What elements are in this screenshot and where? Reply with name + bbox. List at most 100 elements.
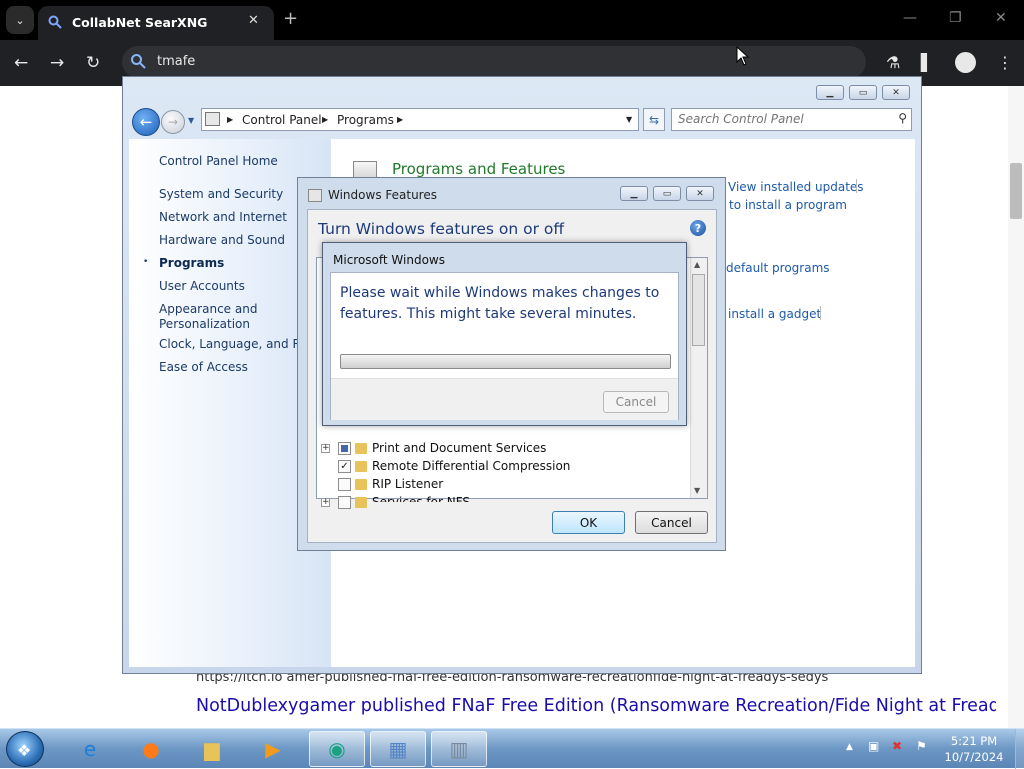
nav-control-panel-home[interactable]: Control Panel Home	[159, 154, 278, 168]
tab-search-button[interactable]: ⌄	[6, 6, 34, 34]
mouse-cursor-icon	[736, 46, 750, 66]
cp-address-bar[interactable]: ▶ Control Panel ▶ Programs ▶ ▼	[201, 108, 639, 131]
control-panel-taskbar-icon[interactable]: ▦	[370, 731, 426, 767]
link-view-updates[interactable]: View installed updates	[728, 180, 864, 194]
nav-programs[interactable]: Programs	[159, 256, 224, 270]
progress-message: Please wait while Windows makes changes …	[340, 285, 660, 322]
back-icon[interactable]: ←	[14, 53, 28, 73]
feature-label: Print and Document Services	[372, 441, 547, 455]
wf-minimize-button[interactable]: ▁	[620, 186, 648, 201]
expand-plus-icon[interactable]: +	[321, 444, 330, 453]
feature-checkbox[interactable]	[338, 478, 351, 491]
nav-clock-language[interactable]: Clock, Language, and Reg	[159, 337, 315, 351]
address-input[interactable]: tmafe	[157, 54, 195, 69]
dialog-heading: Turn Windows features on or off	[318, 220, 565, 238]
windows-logo-icon: ❖	[17, 741, 32, 760]
file-explorer-icon[interactable]: ▆	[184, 731, 240, 767]
progress-dialog-title: Microsoft Windows	[333, 253, 445, 267]
address-bar[interactable]: tmafe	[122, 46, 866, 78]
address-dropdown-icon[interactable]: ▼	[626, 115, 632, 124]
link-install-gadget[interactable]: install a gadget	[728, 307, 821, 321]
browser-tab[interactable]: CollabNet SearXNG ✕	[38, 6, 274, 40]
breadcrumb-programs[interactable]: Programs	[337, 113, 394, 127]
profile-avatar-icon[interactable]	[955, 52, 976, 73]
cp-minimize-button[interactable]: ▁	[816, 85, 844, 100]
forward-icon[interactable]: →	[50, 53, 64, 73]
help-icon[interactable]: ?	[690, 220, 706, 236]
search-icon	[48, 15, 62, 32]
breadcrumb-arrow-icon[interactable]: ▶	[227, 115, 233, 124]
feature-item[interactable]: + Print and Document Services	[321, 441, 691, 459]
new-tab-button[interactable]: +	[283, 8, 298, 29]
minimize-icon[interactable]: —	[903, 10, 917, 26]
feature-checkbox[interactable]: ✓	[338, 460, 351, 473]
nav-network-internet[interactable]: Network and Internet	[159, 210, 287, 224]
side-panel-icon[interactable]: ▌	[921, 53, 933, 72]
breadcrumb-arrow-icon[interactable]: ▶	[322, 115, 328, 124]
windows-features-taskbar-icon[interactable]: ▥	[431, 731, 487, 767]
close-icon[interactable]: ✕	[995, 10, 1007, 26]
feature-checkbox[interactable]	[338, 496, 351, 509]
feature-item[interactable]: RIP Listener	[321, 477, 691, 495]
divider	[856, 179, 857, 193]
network-icon[interactable]: ▣	[868, 739, 879, 753]
nav-user-accounts[interactable]: User Accounts	[159, 279, 245, 293]
nav-hardware-sound[interactable]: Hardware and Sound	[159, 233, 285, 247]
expand-plus-icon[interactable]: +	[321, 498, 330, 507]
cp-search-box[interactable]: ⚲	[671, 108, 912, 131]
scroll-down-icon[interactable]: ▼	[694, 486, 700, 495]
show-hidden-icons-icon[interactable]: ▲	[846, 742, 853, 752]
nav-system-security[interactable]: System and Security	[159, 187, 283, 201]
tree-scrollbar[interactable]: ▲ ▼	[690, 258, 707, 498]
cp-back-button[interactable]: ←	[132, 108, 160, 136]
internet-explorer-icon[interactable]: e	[62, 731, 118, 767]
control-panel-icon	[205, 112, 220, 126]
progress-cancel-button: Cancel	[603, 391, 669, 413]
nav-appearance[interactable]: Appearance and Personalization	[159, 302, 257, 332]
feature-item[interactable]: + Services for NFS	[321, 495, 691, 509]
divider	[820, 306, 821, 320]
feature-label: Remote Differential Compression	[372, 459, 571, 473]
scrollbar-thumb[interactable]	[1010, 163, 1022, 219]
edge-icon[interactable]: ◉	[309, 731, 365, 767]
recent-pages-dropdown-icon[interactable]: ▼	[188, 116, 194, 125]
wf-maximize-button[interactable]: ▭	[653, 186, 681, 201]
link-install-program[interactable]: to install a program	[729, 198, 847, 212]
media-player-icon[interactable]: ▶	[245, 731, 301, 767]
breadcrumb-arrow-icon[interactable]: ▶	[397, 115, 403, 124]
progress-dialog-body: Please wait while Windows makes changes …	[330, 272, 679, 420]
tab-close-icon[interactable]: ✕	[248, 13, 259, 28]
progress-dialog: Microsoft Windows Please wait while Wind…	[322, 242, 687, 426]
refresh-button[interactable]: ⇆	[643, 108, 665, 131]
cancel-button[interactable]: Cancel	[635, 511, 708, 534]
scroll-up-icon[interactable]: ▲	[694, 260, 700, 269]
volume-muted-icon[interactable]: ✖	[892, 739, 902, 753]
section-title[interactable]: Programs and Features	[392, 160, 565, 178]
show-desktop-button[interactable]	[1015, 729, 1024, 769]
wf-close-button[interactable]: ✕	[686, 186, 714, 201]
cp-forward-button[interactable]: →	[161, 110, 185, 134]
breadcrumb-control-panel[interactable]: Control Panel	[242, 113, 322, 127]
start-button[interactable]: ❖	[6, 731, 44, 767]
reload-icon[interactable]: ↻	[86, 53, 100, 73]
restore-icon[interactable]: ❐	[949, 10, 962, 26]
result-title-link[interactable]: NotDublexygamer published FNaF Free Edit…	[196, 695, 996, 728]
search-icon: ⚲	[898, 111, 907, 125]
tab-title: CollabNet SearXNG	[72, 15, 208, 30]
feature-label: Services for NFS	[372, 495, 471, 509]
folder-icon	[355, 497, 367, 508]
feature-checkbox[interactable]	[338, 442, 351, 455]
ok-button[interactable]: OK	[552, 511, 625, 534]
labs-flask-icon[interactable]: ⚗	[886, 53, 900, 72]
cp-search-input[interactable]	[678, 112, 883, 126]
tree-scroll-thumb[interactable]	[692, 274, 705, 346]
nav-ease-of-access[interactable]: Ease of Access	[159, 360, 248, 374]
feature-item[interactable]: ✓ Remote Differential Compression	[321, 459, 691, 477]
clock[interactable]: 5:21 PM 10/7/2024	[935, 733, 1013, 765]
menu-kebab-icon[interactable]: ⋮	[997, 53, 1013, 72]
firefox-icon[interactable]: ●	[123, 731, 179, 767]
action-center-flag-icon[interactable]: ⚑	[916, 739, 927, 753]
cp-close-button[interactable]: ✕	[882, 85, 910, 100]
link-default-programs[interactable]: default programs	[726, 261, 830, 275]
cp-maximize-button[interactable]: ▭	[849, 85, 877, 100]
